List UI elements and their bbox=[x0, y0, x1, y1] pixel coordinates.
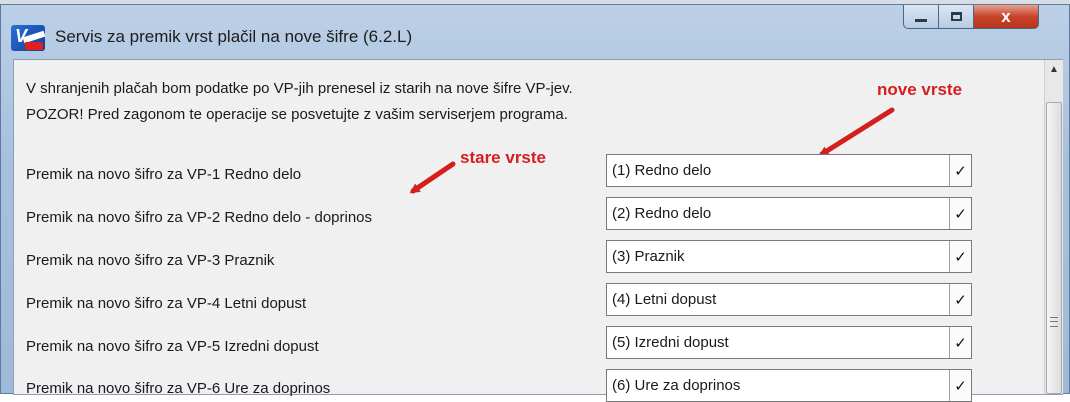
checkmark-icon[interactable]: ✓ bbox=[949, 370, 971, 401]
select-vp4[interactable]: (4) Letni dopust ✓ bbox=[606, 283, 972, 316]
maximize-icon bbox=[950, 12, 962, 21]
select-vp2-value: (2) Redno delo bbox=[612, 205, 712, 222]
checkmark-icon[interactable]: ✓ bbox=[949, 241, 971, 272]
checkmark-icon[interactable]: ✓ bbox=[949, 284, 971, 315]
row-label-vp1: Premik na novo šifro za VP-1 Redno delo bbox=[26, 166, 302, 183]
select-vp1[interactable]: (1) Redno delo ✓ bbox=[606, 154, 972, 187]
app-logo-icon: V bbox=[11, 25, 45, 51]
title-bar[interactable]: V Servis za premik vrst plačil na nove š… bbox=[1, 5, 1069, 57]
client-area: V shranjenih plačah bom podatke po VP-ji… bbox=[13, 59, 1063, 402]
row-label-vp3: Premik na novo šifro za VP-3 Praznik bbox=[26, 252, 275, 269]
scroll-grip-icon bbox=[1050, 317, 1058, 327]
select-vp6[interactable]: (6) Ure za doprinos ✓ bbox=[606, 369, 972, 402]
arrow-to-new-types bbox=[818, 107, 895, 157]
checkmark-icon[interactable]: ✓ bbox=[949, 155, 971, 186]
window-title: Servis za premik vrst plačil na nove šif… bbox=[55, 27, 413, 46]
select-vp4-value: (4) Letni dopust bbox=[612, 291, 717, 308]
vertical-scrollbar[interactable]: ▲ bbox=[1044, 60, 1063, 394]
minimize-button[interactable] bbox=[903, 5, 939, 29]
select-vp5-value: (5) Izredni dopust bbox=[612, 334, 729, 351]
select-vp5[interactable]: (5) Izredni dopust ✓ bbox=[606, 326, 972, 359]
dialog-window: V Servis za premik vrst plačil na nove š… bbox=[0, 4, 1070, 402]
scroll-up-icon[interactable]: ▲ bbox=[1045, 60, 1063, 78]
select-vp2[interactable]: (2) Redno delo ✓ bbox=[606, 197, 972, 230]
checkmark-icon[interactable]: ✓ bbox=[949, 198, 971, 229]
row-label-vp6: Premik na novo šifro za VP-6 Ure za dopr… bbox=[26, 380, 331, 397]
row-label-vp2: Premik na novo šifro za VP-2 Redno delo … bbox=[26, 209, 373, 226]
maximize-button[interactable] bbox=[938, 5, 974, 29]
select-vp3-value: (3) Praznik bbox=[612, 248, 685, 265]
close-icon: x bbox=[1001, 7, 1011, 26]
checkmark-icon[interactable]: ✓ bbox=[949, 327, 971, 358]
row-label-vp5: Premik na novo šifro za VP-5 Izredni dop… bbox=[26, 338, 319, 355]
select-vp6-value: (6) Ure za doprinos bbox=[612, 377, 741, 394]
row-label-vp4: Premik na novo šifro za VP-4 Letni dopus… bbox=[26, 295, 307, 312]
minimize-icon bbox=[915, 19, 927, 22]
select-vp3[interactable]: (3) Praznik ✓ bbox=[606, 240, 972, 273]
arrow-to-old-types bbox=[409, 161, 456, 194]
close-button[interactable]: x bbox=[973, 5, 1039, 29]
select-vp1-value: (1) Redno delo bbox=[612, 162, 712, 179]
scroll-thumb[interactable] bbox=[1046, 102, 1062, 394]
